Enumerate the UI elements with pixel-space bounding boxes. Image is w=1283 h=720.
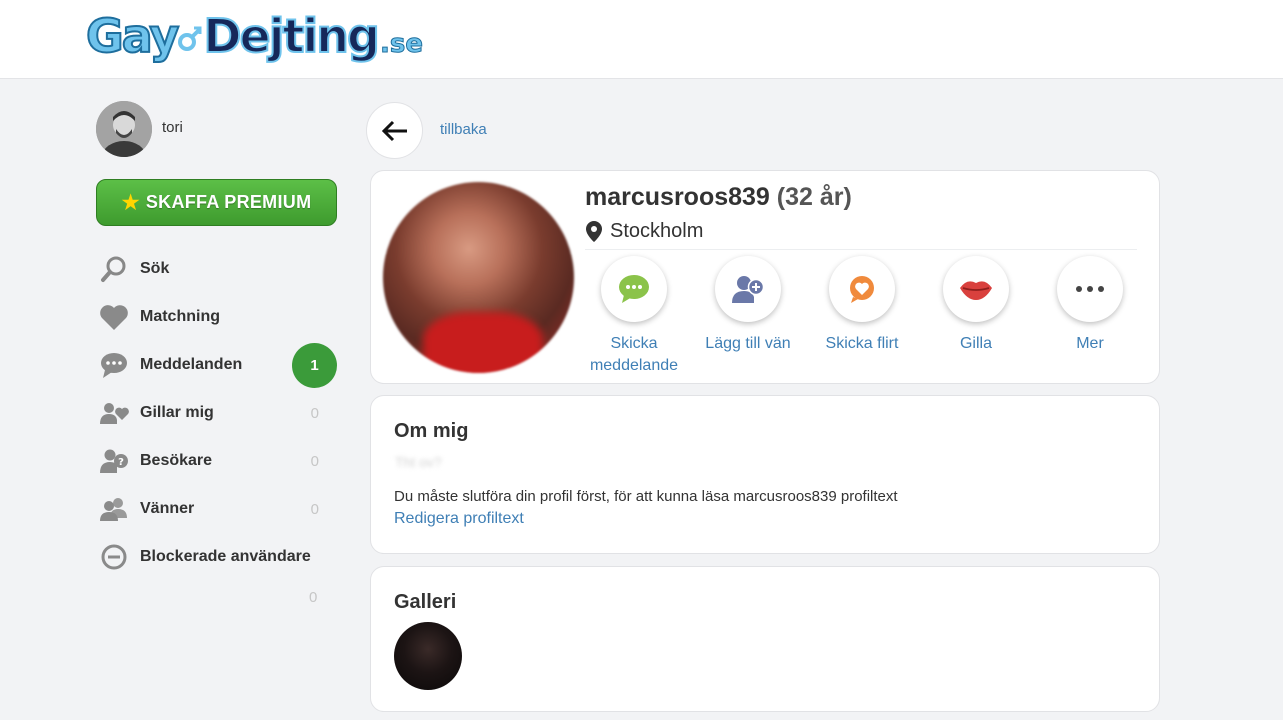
action-label: Mer <box>1076 335 1104 352</box>
arrow-left-icon <box>381 120 407 141</box>
profile-photo[interactable] <box>383 182 574 373</box>
send-message-button[interactable]: Skicka meddelande <box>579 256 689 377</box>
profile-card: marcusroos839 (32 år) Stockholm Skicka m… <box>370 170 1160 384</box>
blurred-profile-text: Tht ov? <box>395 454 442 470</box>
divider <box>585 249 1137 250</box>
search-icon <box>96 254 132 284</box>
sidebar-item-matching[interactable]: Matchning <box>96 293 341 341</box>
chat-bubble-icon <box>601 256 667 322</box>
likes-count: 0 <box>310 404 319 422</box>
action-label: Skicka flirt <box>825 335 899 352</box>
about-me-card: Om mig Tht ov? Du måste slutföra din pro… <box>370 395 1160 554</box>
user-question-icon: ? <box>96 446 132 476</box>
sidebar-item-label: Vänner <box>140 500 195 517</box>
site-header: Gay Dejting .se <box>0 0 1283 79</box>
about-title: Om mig <box>394 420 469 442</box>
site-logo[interactable]: Gay Dejting .se <box>85 4 423 64</box>
action-label: Gilla <box>959 335 992 352</box>
add-friend-icon <box>715 256 781 322</box>
sidebar-item-search[interactable]: Sök <box>96 245 341 293</box>
more-button[interactable]: Mer <box>1035 256 1145 355</box>
location-pin-icon <box>586 221 602 242</box>
location-label: Stockholm <box>610 220 704 242</box>
back-button[interactable] <box>366 102 423 159</box>
svg-text:?: ? <box>118 457 124 468</box>
sidebar-nav: Sök Matchning Meddelanden 1 Gillar mig 0… <box>96 245 341 581</box>
username-label: tori <box>162 118 183 136</box>
sidebar-item-friends[interactable]: Vänner 0 <box>96 485 341 533</box>
more-dots-icon <box>1057 256 1123 322</box>
sidebar-item-likes-me[interactable]: Gillar mig 0 <box>96 389 341 437</box>
profile-title: marcusroos839 (32 år) <box>585 183 852 212</box>
gallery-card: Galleri <box>370 566 1160 712</box>
block-icon <box>96 542 132 572</box>
premium-label: SKAFFA PREMIUM <box>145 192 312 212</box>
profile-text-notice: Du måste slutföra din profil först, för … <box>394 488 898 505</box>
action-label: Lägg till vän <box>705 335 791 352</box>
action-label: Skicka meddelande <box>589 335 679 374</box>
heart-icon <box>96 302 132 332</box>
current-user[interactable]: tori <box>96 101 183 157</box>
send-flirt-button[interactable]: Skicka flirt <box>807 256 917 355</box>
lips-icon <box>943 256 1009 322</box>
chat-icon <box>96 350 132 380</box>
sidebar-item-messages[interactable]: Meddelanden 1 <box>96 341 341 389</box>
profile-actions: Skicka meddelande Lägg till vän Skicka f… <box>585 256 1137 376</box>
users-icon <box>96 494 132 524</box>
visitors-count: 0 <box>310 452 319 470</box>
user-avatar[interactable] <box>96 101 152 157</box>
blocked-count: 0 <box>309 589 318 606</box>
users-heart-icon <box>96 398 132 428</box>
sidebar-item-blocked-users[interactable]: Blockerade användare <box>96 533 341 581</box>
star-icon: ★ <box>121 192 140 214</box>
get-premium-button[interactable]: ★ SKAFFA PREMIUM <box>96 179 337 226</box>
sidebar-item-label: Matchning <box>140 308 220 325</box>
flirt-heart-icon <box>829 256 895 322</box>
sidebar-item-label: Sök <box>140 260 170 277</box>
gallery-thumbnail[interactable] <box>394 622 462 690</box>
sidebar-item-label: Gillar mig <box>140 404 214 421</box>
logo-text-gay: Gay <box>85 8 180 64</box>
add-friend-button[interactable]: Lägg till vän <box>693 256 803 355</box>
logo-text-se: .se <box>379 29 423 60</box>
friends-count: 0 <box>310 500 319 518</box>
gallery-title: Galleri <box>394 591 457 613</box>
sidebar-item-label: Besökare <box>140 452 213 469</box>
like-button[interactable]: Gilla <box>921 256 1031 355</box>
unread-messages-badge: 1 <box>292 342 337 388</box>
sidebar-item-visitors[interactable]: ? Besökare 0 <box>96 437 341 485</box>
gender-symbol-icon <box>177 8 203 64</box>
back-link[interactable]: tillbaka <box>440 121 487 138</box>
edit-profile-text-link[interactable]: Redigera profiltext <box>394 510 524 528</box>
profile-username: marcusroos839 <box>585 183 770 211</box>
logo-text-dejting: Dejting <box>202 8 381 64</box>
sidebar-item-label: Blockerade användare <box>140 548 311 565</box>
profile-location: Stockholm <box>586 220 703 243</box>
profile-age: (32 år) <box>776 183 852 211</box>
sidebar-item-label: Meddelanden <box>140 356 243 373</box>
